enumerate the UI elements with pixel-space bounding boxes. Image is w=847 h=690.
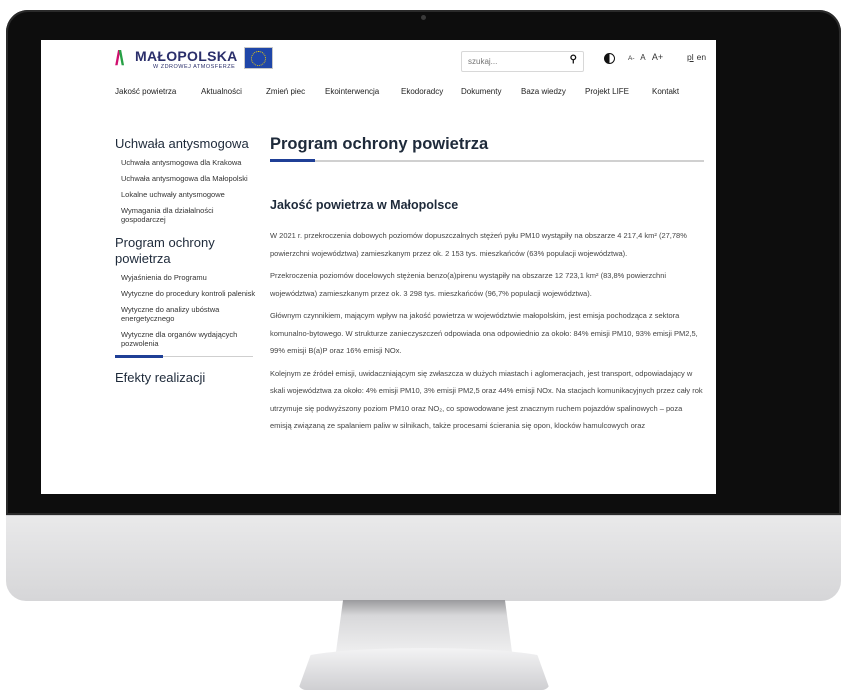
font-decrease-button[interactable]: A-	[628, 55, 635, 62]
sidebar: Uchwała antysmogowa Uchwała antysmogowa …	[115, 136, 257, 397]
page-title: Program ochrony powietrza	[270, 135, 489, 153]
monitor-foot	[298, 648, 550, 690]
search-box: ⚲	[461, 51, 584, 72]
monitor-chin	[6, 515, 841, 601]
paragraph: Przekroczenia poziomów docelowych stężen…	[270, 271, 667, 298]
nav-item-projekt-life[interactable]: Projekt LIFE	[585, 87, 629, 96]
nav-item-aktualnosci[interactable]: Aktualności	[201, 87, 242, 96]
lang-en[interactable]: en	[697, 52, 706, 62]
contrast-toggle-icon[interactable]	[604, 53, 615, 64]
nav-item-ekodoradcy[interactable]: Ekodoradcy	[401, 87, 443, 96]
sidebar-link[interactable]: Wyjaśnienia do Programu	[121, 273, 257, 282]
paragraph: W 2021 r. przekroczenia dobowych poziomó…	[270, 231, 687, 258]
nav-item-dokumenty[interactable]: Dokumenty	[461, 87, 501, 96]
sidebar-group: Efekty realizacji	[115, 370, 257, 386]
sidebar-link[interactable]: Uchwała antysmogowa dla Małopolski	[121, 174, 257, 183]
title-underline	[270, 159, 704, 162]
sidebar-heading[interactable]: Program ochrony powietrza	[115, 235, 257, 267]
camera	[421, 15, 426, 20]
sidebar-group: Program ochrony powietrza Wyjaśnienia do…	[115, 235, 257, 358]
sidebar-link[interactable]: Uchwała antysmogowa dla Krakowa	[121, 158, 257, 167]
logo-name: MAŁOPOLSKA	[135, 48, 238, 64]
main-nav: Jakość powietrza Aktualności Zmień piec …	[115, 87, 715, 101]
site-header: /\ MAŁOPOLSKA W ZDROWEJ ATMOSFERZE ⚲ A- …	[41, 40, 716, 110]
sidebar-heading[interactable]: Uchwała antysmogowa	[115, 136, 257, 152]
sidebar-active-indicator	[115, 355, 253, 358]
paragraph: Głównym czynnikiem, mającym wpływ na jak…	[270, 311, 698, 355]
font-default-button[interactable]: A	[640, 53, 645, 62]
section-title: Jakość powietrza w Małopolsce	[270, 198, 459, 212]
eu-flag-icon	[244, 47, 273, 69]
sidebar-link[interactable]: Lokalne uchwały antysmogowe	[121, 190, 257, 199]
search-input[interactable]	[468, 55, 548, 67]
malopolska-logo[interactable]: /\ MAŁOPOLSKA W ZDROWEJ ATMOSFERZE	[115, 46, 238, 76]
main-content: Program ochrony powietrza Jakość powietr…	[270, 134, 704, 440]
font-increase-button[interactable]: A+	[652, 52, 663, 62]
nav-item-ekointerwencja[interactable]: Ekointerwencja	[325, 87, 379, 96]
sidebar-link[interactable]: Wytyczne do procedury kontroli palenisk	[121, 289, 257, 298]
nav-item-jakosc-powietrza[interactable]: Jakość powietrza	[115, 87, 176, 96]
sidebar-link[interactable]: Wytyczne do analizy ubóstwa energetyczne…	[121, 305, 257, 323]
sidebar-link[interactable]: Wytyczne dla organów wydających pozwolen…	[121, 330, 257, 348]
logo-mark-icon: /\	[115, 48, 124, 70]
sidebar-link[interactable]: Wymagania dla działalności gospodarczej	[121, 206, 257, 224]
logo-tagline: W ZDROWEJ ATMOSFERZE	[153, 64, 236, 70]
sidebar-heading[interactable]: Efekty realizacji	[115, 370, 257, 386]
nav-item-zmien-piec[interactable]: Zmień piec	[266, 87, 305, 96]
font-size-controls: A- A A+	[628, 52, 667, 62]
nav-item-kontakt[interactable]: Kontakt	[652, 87, 679, 96]
lang-pl[interactable]: pl	[687, 52, 694, 62]
search-icon[interactable]: ⚲	[570, 54, 577, 65]
monitor-stand	[336, 600, 512, 652]
sidebar-group: Uchwała antysmogowa Uchwała antysmogowa …	[115, 136, 257, 224]
language-switcher: pl en	[687, 52, 706, 62]
paragraph: Kolejnym ze źródeł emisji, uwidaczniając…	[270, 368, 703, 431]
imac-monitor: /\ MAŁOPOLSKA W ZDROWEJ ATMOSFERZE ⚲ A- …	[0, 0, 847, 690]
nav-item-baza-wiedzy[interactable]: Baza wiedzy	[521, 87, 566, 96]
browser-screen: /\ MAŁOPOLSKA W ZDROWEJ ATMOSFERZE ⚲ A- …	[41, 40, 716, 494]
